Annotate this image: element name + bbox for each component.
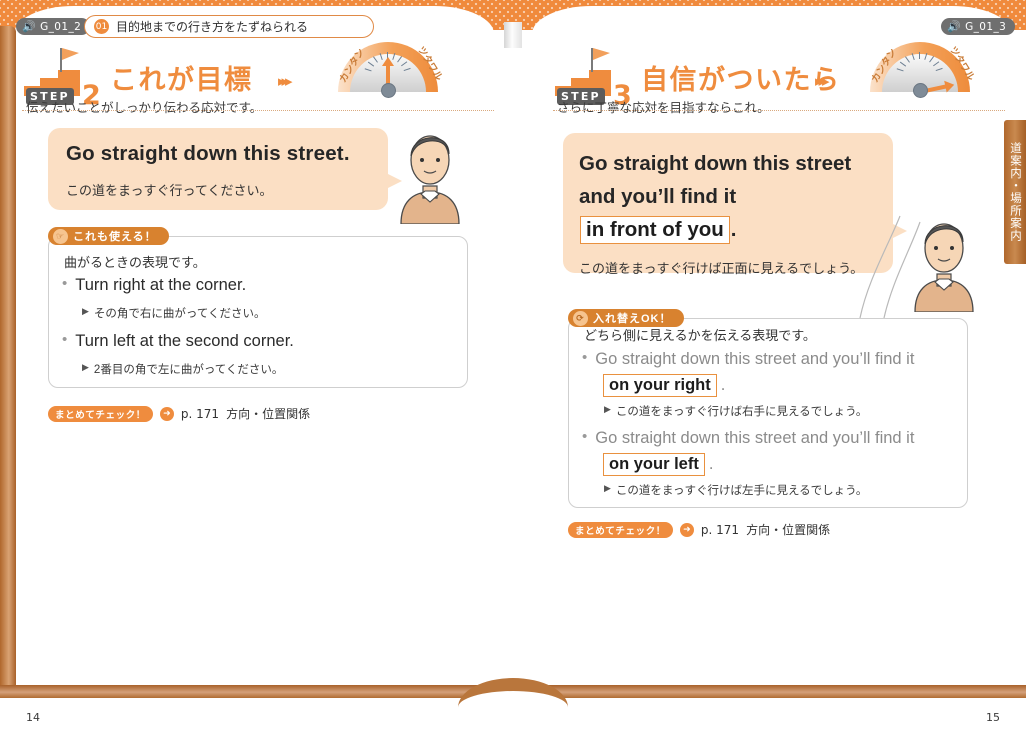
step3-japanese-translation: この道をまっすぐ行けば正面に見えるでしょう。 xyxy=(579,260,864,276)
person-illustration-left xyxy=(400,135,460,224)
step3-item-1-japanese-row: ▶ この道をまっすぐ行けば右手に見えるでしょう。 xyxy=(604,403,867,419)
step3-item-2: • Go straight down this street and you’l… xyxy=(582,428,962,448)
step2-info-intro: 曲がるときの表現です。 xyxy=(64,255,206,270)
step2-item-1-japanese: その角で右に曲がってください。 xyxy=(93,308,266,320)
step3-item-1-highlight: on your right xyxy=(603,374,717,397)
step3-item-2-english: Go straight down this street and you’ll … xyxy=(595,429,915,447)
person-illustration-right xyxy=(914,223,974,312)
step2-item-1: • Turn right at the corner. xyxy=(62,275,247,295)
step3-check-topic: 方向・位置関係 xyxy=(746,523,831,537)
audio-track-left[interactable]: 🔊 G_01_2 xyxy=(16,18,91,35)
arrow-right-circle-icon: ➜ xyxy=(679,522,694,537)
step3-check-reference[interactable]: まとめてチェック！ ➜ p. 171 方向・位置関係 xyxy=(568,521,830,538)
step2-check-reference[interactable]: まとめてチェック！ ➜ p. 171 方向・位置関係 xyxy=(48,405,310,422)
gauge-hub xyxy=(913,83,928,98)
step3-item-2-suffix: . xyxy=(708,454,714,473)
step2-item-2-japanese-row: ▶ 2番目の角で左に曲がってください。 xyxy=(82,361,283,377)
lesson-title: 目的地までの行き方をたずねられる xyxy=(116,20,309,34)
audio-track-left-label: G_01_2 xyxy=(40,20,82,33)
pointing-hand-icon: ☞ xyxy=(53,228,68,244)
step2-item-1-japanese-row: ▶ その角で右に曲がってください。 xyxy=(82,305,266,321)
book-edge-left xyxy=(0,26,16,698)
step3-info-box-tab-label: 入れ替えOK！ xyxy=(593,313,672,325)
step2-difficulty-gauge: カンタン ツタワル xyxy=(330,38,448,100)
book-spine-top xyxy=(504,22,522,48)
step3-item-1-suffix: . xyxy=(720,375,726,394)
step3-english-part-1: Go straight down this street and you’ll … xyxy=(579,152,852,209)
lesson-title-pill: 01 目的地までの行き方をたずねられる xyxy=(84,15,374,38)
step3-item-1-highlight-row: on your right . xyxy=(602,374,725,397)
bullet-icon: • xyxy=(582,428,588,445)
step2-speech-bubble: Go straight down this street. この道をまっすぐ行っ… xyxy=(48,128,388,210)
step3-english-sentence: Go straight down this street and you’ll … xyxy=(579,147,877,247)
step2-item-2-english: Turn left at the second corner. xyxy=(75,332,294,350)
bullet-icon: • xyxy=(62,331,68,348)
right-divider xyxy=(553,110,1005,111)
step3-item-1-japanese: この道をまっすぐ行けば右手に見えるでしょう。 xyxy=(615,406,868,418)
step3-item-1-english: Go straight down this street and you’ll … xyxy=(595,350,915,368)
step3-info-intro: どちら側に見えるかを伝える表現です。 xyxy=(584,328,816,343)
audio-track-right[interactable]: 🔊 G_01_3 xyxy=(941,18,1016,35)
step2-info-box-tab: ☞ これも使える！ xyxy=(48,227,169,245)
step3-english-part-3: . xyxy=(730,218,737,242)
step2-check-page: p. 171 xyxy=(180,406,220,421)
book-spine-bottom-curve xyxy=(458,678,568,708)
step2-english-sentence: Go straight down this street. xyxy=(66,142,350,165)
step2-item-2-japanese: 2番目の角で左に曲がってください。 xyxy=(93,364,284,376)
section-side-tab[interactable]: 道案内・場所案内 xyxy=(1004,120,1026,264)
left-divider xyxy=(22,110,494,111)
lesson-number-badge: 01 xyxy=(94,19,109,34)
step2-japanese-translation: この道をまっすぐ行ってください。 xyxy=(66,183,273,198)
step3-item-2-highlight: on your left xyxy=(603,453,705,476)
step3-check-page: p. 171 xyxy=(700,522,740,537)
step3-difficulty-gauge: カンタン ツタワル xyxy=(862,38,980,100)
step2-subtitle: 伝えたいことがしっかり伝わる応対です。 xyxy=(26,101,263,115)
step3-arrows-icon: ▸▸▸ xyxy=(815,73,829,90)
step3-item-2-highlight-row: on your left . xyxy=(602,453,713,476)
bullet-icon: • xyxy=(62,275,68,292)
step3-highlight-phrase: in front of you xyxy=(580,216,730,245)
step2-arrows-icon: ▸▸▸ xyxy=(278,73,292,90)
triangle-icon: ▶ xyxy=(604,404,611,414)
step2-item-1-english: Turn right at the corner. xyxy=(75,276,247,294)
page-number-left: 14 xyxy=(26,711,40,724)
step3-item-2-japanese-row: ▶ この道をまっすぐ行けば左手に見えるでしょう。 xyxy=(604,482,867,498)
step2-item-2: • Turn left at the second corner. xyxy=(62,331,294,351)
step3-item-1: • Go straight down this street and you’l… xyxy=(582,349,962,369)
triangle-icon: ▶ xyxy=(82,306,89,316)
page-number-right: 15 xyxy=(986,711,1000,724)
step2-title: これが目標 xyxy=(110,65,253,95)
step2-check-pill: まとめてチェック！ xyxy=(48,405,153,422)
step3-check-pill: まとめてチェック！ xyxy=(568,521,673,538)
step3-subtitle: さらに丁寧な応対を目指すならこれ。 xyxy=(557,101,770,115)
triangle-icon: ▶ xyxy=(82,362,89,372)
textbook-spread: 🔊 G_01_2 🔊 G_01_3 01 目的地までの行き方をたずねられる ST… xyxy=(0,0,1026,730)
gauge-hub xyxy=(381,83,396,98)
swap-arrows-icon: ⟳ xyxy=(573,310,588,326)
step2-info-box-tab-label: これも使える！ xyxy=(73,231,157,243)
bullet-icon: • xyxy=(582,349,588,366)
step2-check-topic: 方向・位置関係 xyxy=(226,407,311,421)
step3-title: 自信がついたら xyxy=(641,65,841,95)
speaker-icon: 🔊 xyxy=(22,20,37,33)
arrow-right-circle-icon: ➜ xyxy=(159,406,174,421)
triangle-icon: ▶ xyxy=(604,483,611,493)
step3-item-2-japanese: この道をまっすぐ行けば左手に見えるでしょう。 xyxy=(615,485,868,497)
speaker-icon: 🔊 xyxy=(947,20,962,33)
audio-track-right-label: G_01_3 xyxy=(965,20,1007,33)
